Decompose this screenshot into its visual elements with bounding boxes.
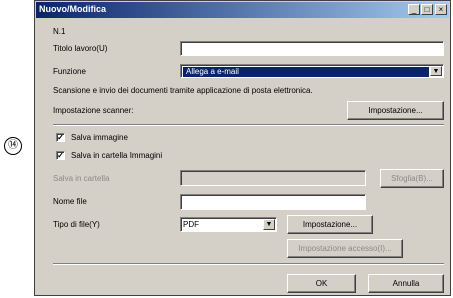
browse-button: Sfoglia(B)...	[380, 169, 444, 188]
file-name-input[interactable]	[180, 194, 366, 210]
job-title-input[interactable]	[180, 41, 444, 56]
save-image-checkbox[interactable]: ✓	[56, 133, 65, 142]
job-title-label: Titolo lavoro(U)	[53, 44, 108, 53]
step-number-marker: ⑭	[4, 137, 22, 155]
file-type-select[interactable]: PDF ▼	[180, 217, 277, 232]
function-description: Scansione e invio dei documenti tramite …	[53, 86, 313, 95]
chevron-down-icon[interactable]: ▼	[263, 219, 275, 230]
job-number-label: N.1	[53, 27, 66, 36]
maximize-button[interactable]: □	[421, 4, 433, 15]
scanner-setting-button[interactable]: Impostazione...	[347, 101, 444, 120]
checkmark-icon: ✓	[57, 133, 64, 142]
close-button[interactable]: ×	[435, 4, 447, 15]
file-type-label: Tipo di file(Y)	[53, 220, 100, 229]
new-edit-dialog: Nuovo/Modifica _ □ × N.1 Titolo lavoro(U…	[34, 0, 451, 296]
file-name-label: Nome file	[53, 197, 87, 206]
function-label: Funzione	[53, 67, 86, 76]
access-setting-button: Impostazione accesso(I)...	[287, 239, 403, 258]
scanner-setting-label: Impostazione scanner:	[53, 106, 134, 115]
title-bar: Nuovo/Modifica _ □ ×	[36, 2, 449, 18]
save-in-folder-label: Salva in cartella	[53, 174, 110, 183]
separator	[53, 263, 444, 265]
function-select[interactable]: Allega a e-mail ▼	[180, 64, 444, 78]
save-in-images-label: Salva in cartella Immagini	[71, 151, 163, 160]
save-in-images-checkbox[interactable]: ✓	[56, 151, 65, 160]
ok-button[interactable]: OK	[287, 274, 356, 293]
cancel-button[interactable]: Annulla	[368, 274, 444, 293]
separator	[53, 124, 444, 126]
chevron-down-icon[interactable]: ▼	[430, 66, 442, 76]
checkmark-icon: ✓	[57, 151, 64, 160]
function-selected-value: Allega a e-mail	[183, 67, 429, 77]
minimize-button[interactable]: _	[408, 4, 420, 15]
save-image-label: Salva immagine	[71, 133, 128, 142]
file-type-selected-value: PDF	[183, 220, 199, 229]
dialog-title: Nuovo/Modifica	[39, 4, 106, 14]
save-in-folder-input	[180, 170, 366, 186]
file-type-setting-button[interactable]: Impostazione...	[287, 215, 373, 234]
